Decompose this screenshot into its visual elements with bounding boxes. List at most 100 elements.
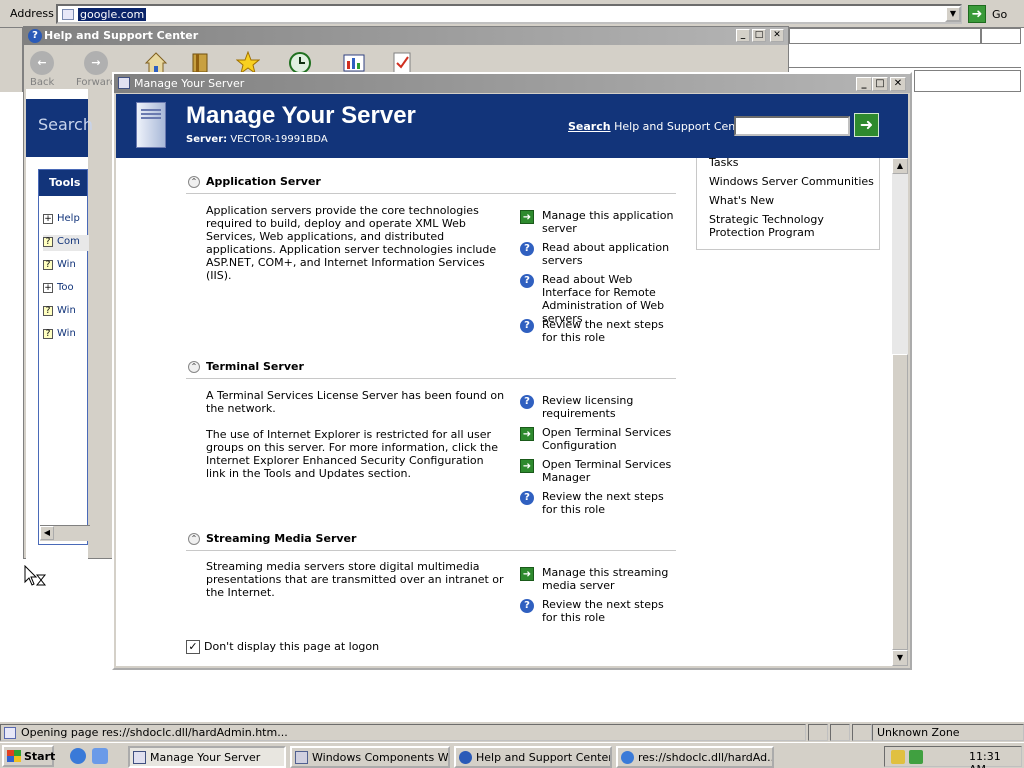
nav-item[interactable]: + Help bbox=[43, 212, 89, 228]
page-title: Manage Your Server bbox=[186, 102, 416, 129]
search-go-button[interactable]: ➜ bbox=[854, 113, 879, 137]
start-button[interactable]: Start bbox=[2, 745, 56, 767]
close-button[interactable]: ✕ bbox=[890, 77, 906, 91]
help-hscrollbar[interactable]: ◀ bbox=[40, 525, 90, 541]
dont-display-checkbox[interactable]: ✓ bbox=[186, 640, 200, 654]
action-link[interactable]: ➜ Open Terminal Services Manager bbox=[520, 458, 680, 488]
collapse-icon[interactable]: ⌃ bbox=[188, 176, 200, 188]
action-label[interactable]: Manage this streaming media server bbox=[542, 566, 678, 592]
maximize-button[interactable]: □ bbox=[872, 77, 888, 91]
status-pane bbox=[808, 724, 828, 741]
task-windows-components[interactable]: Windows Components W... bbox=[290, 746, 450, 768]
action-link[interactable]: ➜ Manage this application server bbox=[520, 209, 680, 239]
windows-logo-icon bbox=[7, 750, 21, 762]
tools-header: Tools bbox=[39, 170, 87, 196]
nav-item[interactable]: + Too bbox=[43, 281, 89, 297]
nav-item[interactable]: ? Win bbox=[43, 304, 89, 320]
maximize-button[interactable]: □ bbox=[752, 29, 766, 42]
search-suffix: Help and Support Center bbox=[614, 120, 751, 133]
scroll-up-icon[interactable]: ▲ bbox=[892, 158, 908, 174]
forward-label[interactable]: Forward bbox=[76, 77, 116, 88]
nav-item-label[interactable]: Win bbox=[57, 328, 76, 339]
search-input[interactable] bbox=[734, 116, 850, 136]
back-label[interactable]: Back bbox=[30, 77, 54, 88]
action-label[interactable]: Review the next steps for this role bbox=[542, 598, 678, 624]
mys-banner: Manage Your Server Server: VECTOR-19991B… bbox=[116, 94, 908, 158]
address-dropdown-icon[interactable]: ▼ bbox=[945, 6, 961, 22]
role-header: ⌃ Application Server bbox=[186, 174, 676, 194]
help-icon: ? bbox=[520, 319, 534, 333]
sidebar-link-communities[interactable]: Windows Server Communities bbox=[709, 175, 877, 188]
task-label: Windows Components W... bbox=[312, 751, 450, 764]
expand-icon[interactable]: + bbox=[43, 214, 53, 224]
task-ie-page[interactable]: res://shdoclc.dll/hardAd... bbox=[616, 746, 774, 768]
ie-quicklaunch-icon[interactable] bbox=[92, 748, 108, 764]
action-label[interactable]: Manage this application server bbox=[542, 209, 678, 235]
help-left-nav: Search Tools + Help ? Com ? Win + Too ? Win ?… bbox=[26, 89, 93, 559]
role-name: Terminal Server bbox=[206, 360, 304, 373]
expand-icon[interactable]: + bbox=[43, 283, 53, 293]
close-button[interactable]: ✕ bbox=[770, 29, 784, 42]
collapse-icon[interactable]: ⌃ bbox=[188, 361, 200, 373]
topic-icon: ? bbox=[43, 237, 53, 247]
task-help-support[interactable]: Help and Support Center bbox=[454, 746, 612, 768]
task-label: Help and Support Center bbox=[476, 751, 612, 764]
action-label[interactable]: Review the next steps for this role bbox=[542, 490, 678, 516]
tray-network-icon[interactable] bbox=[909, 750, 923, 764]
status-message: Opening page res://shdoclc.dll/hardAdmin… bbox=[21, 726, 288, 739]
action-label[interactable]: Read about application servers bbox=[542, 241, 678, 267]
clock[interactable]: 11:31 AM bbox=[969, 750, 1021, 768]
mys-vscrollbar[interactable]: ▲ ▼ bbox=[892, 158, 908, 666]
collapse-icon[interactable]: ⌃ bbox=[188, 533, 200, 545]
components-icon bbox=[295, 751, 308, 764]
nav-item-label[interactable]: Com bbox=[57, 236, 80, 247]
action-link[interactable]: ? Review licensing requirements bbox=[520, 394, 680, 424]
scroll-down-icon[interactable]: ▼ bbox=[892, 650, 908, 666]
nav-item-label[interactable]: Too bbox=[57, 282, 74, 293]
address-input[interactable]: google.com bbox=[56, 4, 962, 24]
sidebar-link-stpp[interactable]: Strategic Technology Protection Program bbox=[709, 213, 877, 239]
tools-updates-box: Tasks Windows Server Communities What's … bbox=[696, 158, 880, 250]
minimize-button[interactable]: _ bbox=[856, 77, 872, 91]
nav-item-selected[interactable]: ? Com bbox=[43, 235, 89, 251]
scroll-left-icon[interactable]: ◀ bbox=[40, 526, 54, 540]
forward-icon[interactable]: → bbox=[84, 51, 108, 75]
action-label[interactable]: Review the next steps for this role bbox=[542, 318, 678, 344]
busy-cursor-icon bbox=[24, 564, 48, 589]
back-icon[interactable]: ← bbox=[30, 51, 54, 75]
mys-title-bar: Manage Your Server _ □ ✕ bbox=[114, 74, 910, 93]
sidebar-link-tasks[interactable]: Tasks bbox=[709, 158, 877, 169]
address-value[interactable]: google.com bbox=[78, 8, 147, 21]
dont-display-label[interactable]: Don't display this page at logon bbox=[204, 640, 379, 653]
scroll-thumb[interactable] bbox=[892, 354, 908, 650]
task-label: res://shdoclc.dll/hardAd... bbox=[638, 751, 774, 764]
sidebar-link-whats-new[interactable]: What's New bbox=[709, 194, 877, 207]
go-label: Go bbox=[992, 8, 1008, 21]
nav-item-label[interactable]: Help bbox=[57, 213, 80, 224]
nav-item[interactable]: ? Win bbox=[43, 258, 89, 274]
go-button[interactable]: ➜ Go bbox=[968, 5, 1018, 23]
action-link[interactable]: ? Review the next steps for this role bbox=[520, 598, 680, 628]
action-label[interactable]: Open Terminal Services Configuration bbox=[542, 426, 678, 452]
action-link[interactable]: ➜ Open Terminal Services Configuration bbox=[520, 426, 680, 456]
action-link[interactable]: ➜ Manage this streaming media server bbox=[520, 566, 680, 596]
minimize-button[interactable]: _ bbox=[736, 29, 750, 42]
tools-panel: Tools + Help ? Com ? Win + Too ? Win ? Win bbox=[38, 169, 89, 545]
ie-icon bbox=[621, 751, 634, 764]
action-label[interactable]: Review licensing requirements bbox=[542, 394, 678, 420]
nav-item[interactable]: ? Win bbox=[43, 327, 89, 343]
background-panel bbox=[0, 28, 23, 92]
nav-item-label[interactable]: Win bbox=[57, 259, 76, 270]
nav-item-label[interactable]: Win bbox=[57, 305, 76, 316]
ie-quicklaunch-icon[interactable] bbox=[70, 748, 86, 764]
action-link[interactable]: ? Review the next steps for this role bbox=[520, 318, 680, 348]
start-label: Start bbox=[24, 750, 56, 763]
action-link[interactable]: ? Read about Web Interface for Remote Adm… bbox=[520, 273, 680, 325]
help-search-band[interactable]: Search bbox=[26, 99, 93, 157]
task-manage-your-server[interactable]: Manage Your Server bbox=[128, 746, 286, 768]
action-link[interactable]: ? Review the next steps for this role bbox=[520, 490, 680, 520]
tray-notify-icon[interactable] bbox=[891, 750, 905, 764]
page-icon bbox=[62, 9, 74, 20]
action-label[interactable]: Open Terminal Services Manager bbox=[542, 458, 678, 484]
action-link[interactable]: ? Read about application servers bbox=[520, 241, 680, 271]
